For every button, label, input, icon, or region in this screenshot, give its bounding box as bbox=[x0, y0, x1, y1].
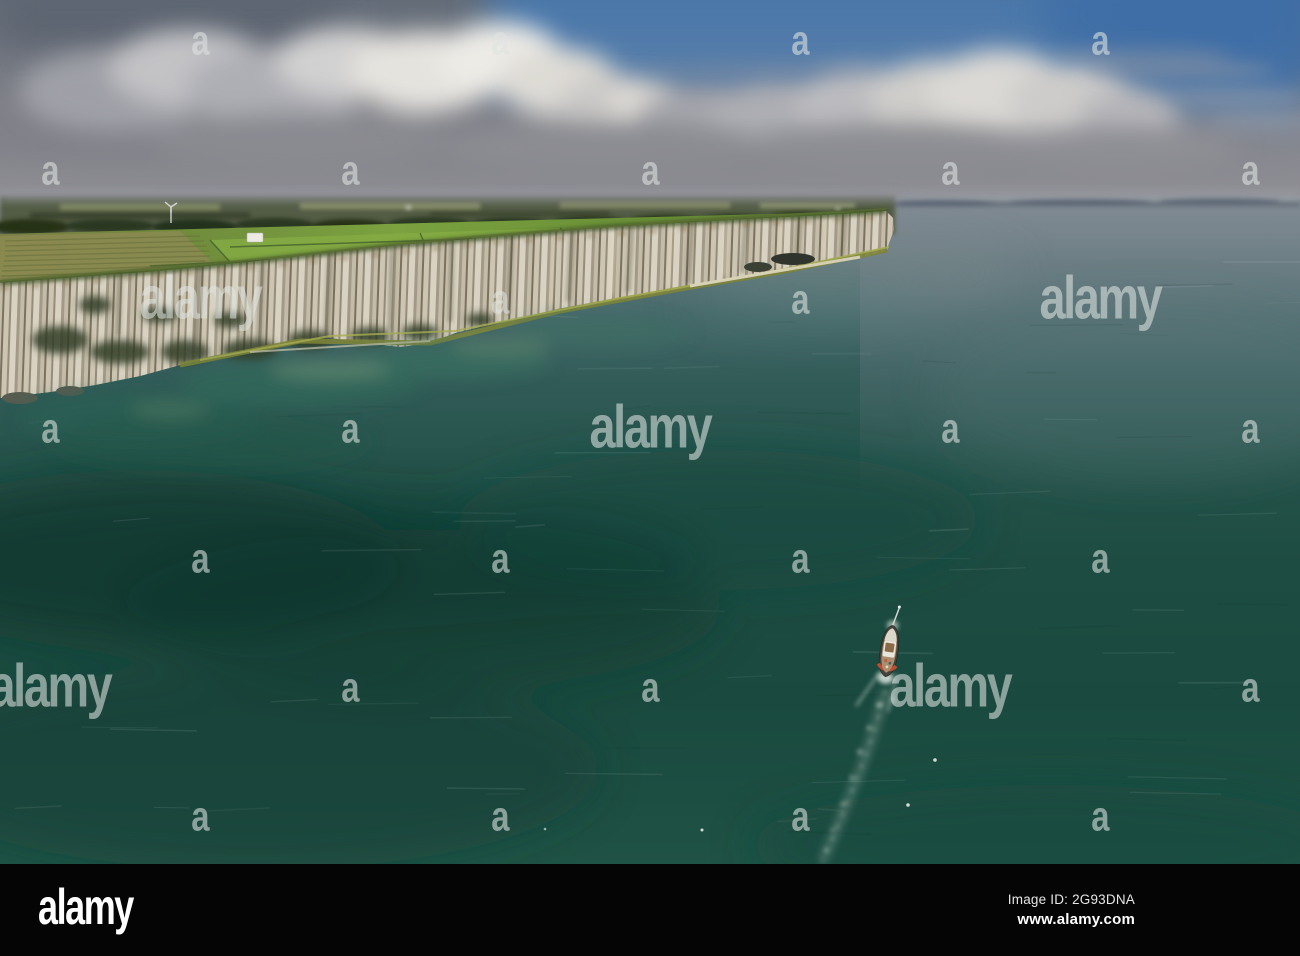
footer-credit: Image ID: 2G93DNA www.alamy.com bbox=[1008, 892, 1135, 928]
white-farm-building bbox=[246, 232, 264, 243]
footer-bar: alamy Image ID: 2G93DNA www.alamy.com bbox=[0, 864, 1300, 956]
aerial-coast-photo bbox=[0, 0, 1300, 864]
alamy-url-text: www.alamy.com bbox=[1017, 911, 1135, 928]
alamy-logo: alamy bbox=[38, 879, 134, 935]
stock-photo-page: alamy alamy alamy alamy alamy a a a a a a a a a a a a a a a… bbox=[0, 0, 1300, 956]
image-id-text: Image ID: 2G93DNA bbox=[1007, 892, 1135, 907]
